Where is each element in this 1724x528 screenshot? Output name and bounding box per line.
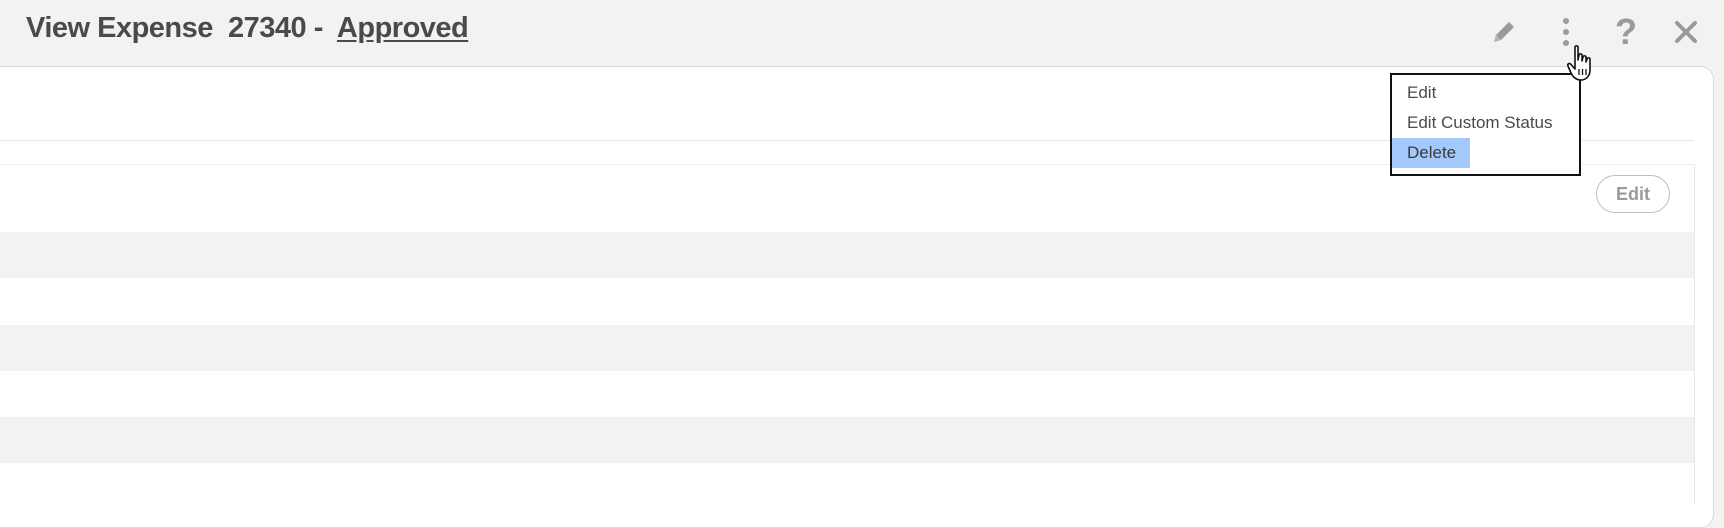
header-bar: View Expense 27340 - Approved ? [0,0,1724,66]
more-vertical-icon[interactable] [1548,14,1584,50]
detail-row [0,417,1694,463]
close-icon[interactable] [1668,14,1704,50]
pencil-icon[interactable] [1486,14,1522,50]
detail-row [0,325,1694,371]
status-link[interactable]: Approved [337,12,469,44]
detail-row [0,463,1694,509]
detail-row [0,371,1694,417]
menu-item-delete[interactable]: Delete [1392,138,1471,168]
help-icon[interactable]: ? [1608,14,1644,50]
more-actions-menu: Edit Edit Custom Status Delete [1390,73,1581,176]
details-section [0,164,1695,505]
help-glyph: ? [1615,11,1637,52]
page-title-text: View Expense 27340 - [26,12,337,44]
menu-item-edit[interactable]: Edit [1392,78,1450,108]
detail-row [0,278,1694,324]
menu-item-edit-custom-status[interactable]: Edit Custom Status [1392,108,1567,138]
section-edit-button[interactable]: Edit [1596,175,1670,213]
page-title: View Expense 27340 - Approved [26,10,469,46]
detail-row [0,232,1694,278]
